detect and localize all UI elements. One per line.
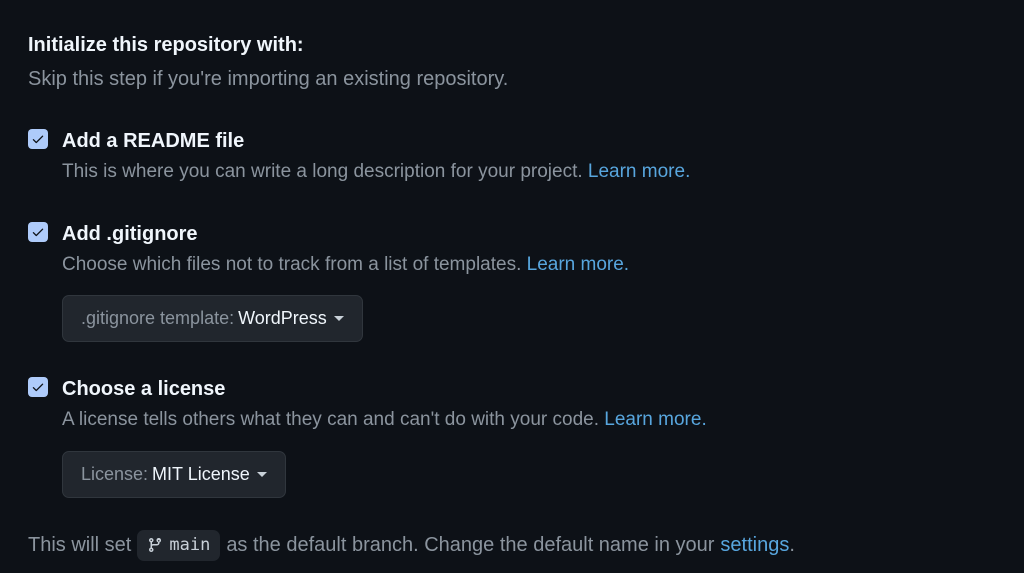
license-dropdown[interactable]: License: MIT License	[62, 451, 286, 498]
readme-desc: This is where you can write a long descr…	[62, 158, 996, 187]
gitignore-checkbox[interactable]	[28, 222, 48, 242]
dropdown-prefix: .gitignore template:	[81, 305, 234, 332]
check-icon	[31, 380, 45, 394]
dropdown-value: WordPress	[238, 305, 327, 332]
readme-checkbox[interactable]	[28, 129, 48, 149]
caret-down-icon	[334, 316, 344, 321]
check-icon	[31, 225, 45, 239]
check-icon	[31, 132, 45, 146]
gitignore-option: Add .gitignore Choose which files not to…	[28, 219, 996, 343]
license-learn-more-link[interactable]: Learn more.	[604, 409, 706, 430]
gitignore-title: Add .gitignore	[62, 219, 996, 249]
dropdown-prefix: License:	[81, 461, 148, 488]
default-branch-notice: This will set main as the default branch…	[28, 530, 996, 562]
git-branch-icon	[147, 537, 163, 553]
branch-name: main	[169, 533, 210, 559]
section-heading: Initialize this repository with:	[28, 30, 996, 60]
section-subheading: Skip this step if you're importing an ex…	[28, 64, 996, 94]
caret-down-icon	[257, 472, 267, 477]
readme-option: Add a README file This is where you can …	[28, 126, 996, 187]
readme-title: Add a README file	[62, 126, 996, 156]
license-checkbox[interactable]	[28, 377, 48, 397]
branch-badge: main	[137, 530, 220, 562]
license-desc: A license tells others what they can and…	[62, 406, 996, 435]
dropdown-value: MIT License	[152, 461, 250, 488]
settings-link[interactable]: settings	[720, 534, 789, 556]
gitignore-learn-more-link[interactable]: Learn more.	[527, 254, 629, 275]
license-option: Choose a license A license tells others …	[28, 374, 996, 498]
license-title: Choose a license	[62, 374, 996, 404]
gitignore-desc: Choose which files not to track from a l…	[62, 251, 996, 280]
readme-learn-more-link[interactable]: Learn more.	[588, 161, 690, 182]
gitignore-template-dropdown[interactable]: .gitignore template: WordPress	[62, 295, 363, 342]
